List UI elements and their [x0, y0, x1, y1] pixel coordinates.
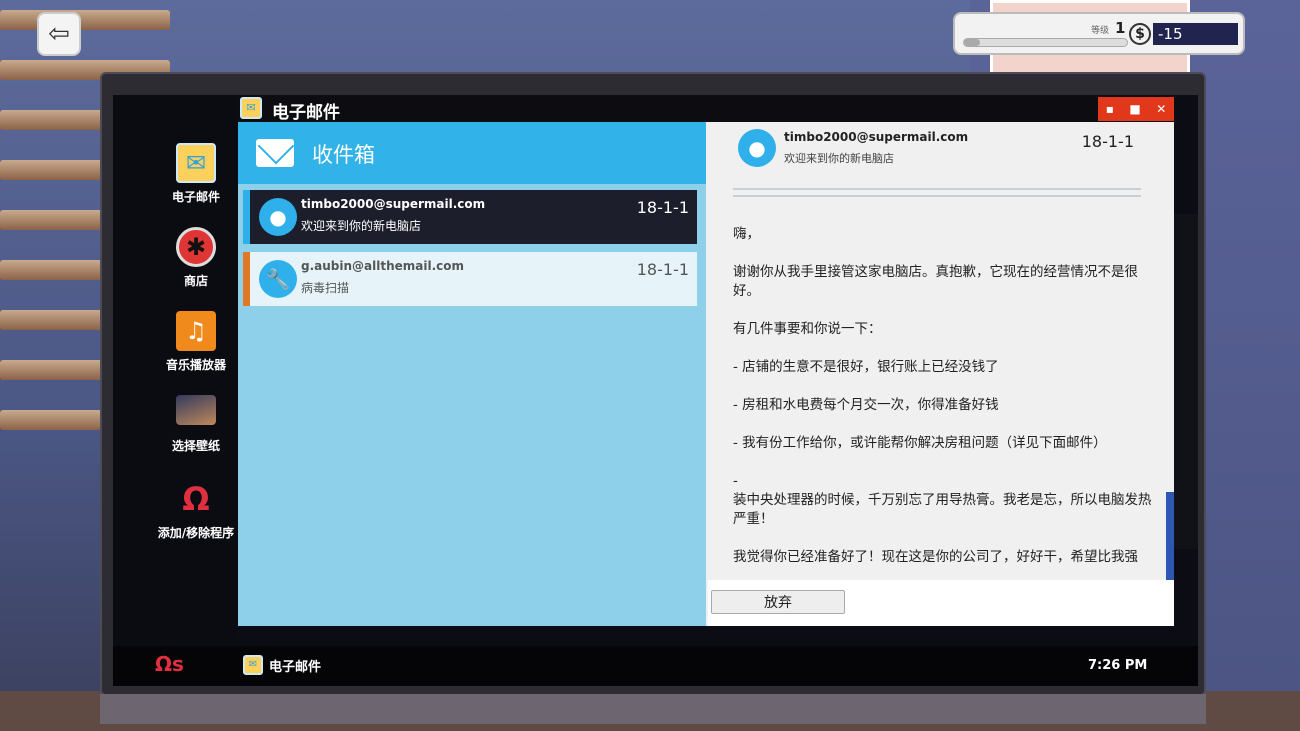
- mail-sender: g.aubin@allthemail.com: [301, 259, 465, 273]
- mail-paragraph: 谢谢你从我手里接管这家电脑店。真抱歉，它现在的经营情况不是很好。: [733, 264, 1138, 299]
- reader-footer: 放弃: [708, 580, 1174, 626]
- maximize-button[interactable]: ■: [1129, 102, 1140, 116]
- start-button[interactable]: Ωs: [155, 652, 184, 676]
- person-icon: ●: [259, 198, 297, 236]
- mail-paragraph: - 店铺的生意不是很好，银行账上已经没钱了: [733, 359, 999, 375]
- desktop-icon-label: 添加/移除程序: [157, 526, 235, 540]
- inbox-title: 收件箱: [312, 143, 375, 167]
- desktop-icon-shop[interactable]: ✱ 商店: [150, 227, 242, 289]
- mail-reader: ● timbo2000@supermail.com 欢迎来到你的新电脑店 18-…: [708, 122, 1174, 626]
- reader-subject: 欢迎来到你的新电脑店: [784, 152, 894, 165]
- desktop-icon-wallpaper[interactable]: 选择壁纸: [150, 395, 242, 454]
- level-value: 1: [1115, 19, 1126, 37]
- envelope-icon: [256, 139, 294, 167]
- person-icon: ●: [738, 129, 776, 167]
- inbox-header: 收件箱: [238, 122, 706, 184]
- mail-paragraph: - 我有份工作给你，或许能帮你解决房租问题（详见下面邮件）: [733, 435, 1107, 451]
- window-title: 电子邮件: [272, 103, 340, 123]
- mail-icon: ✉: [176, 143, 216, 183]
- omega-icon: Ω: [182, 480, 210, 518]
- mail-paragraph: - 房租和水电费每个月交一次，你得准备好钱: [733, 397, 999, 413]
- clock: 7:26 PM: [1088, 658, 1148, 673]
- wrench-icon: 🔧: [259, 260, 297, 298]
- taskbar-email-app[interactable]: ✉ 电子邮件: [243, 655, 321, 675]
- mail-item[interactable]: 🔧 g.aubin@allthemail.com 病毒扫描 18-1-1: [243, 252, 697, 306]
- mail-paragraph: 有几件事要和你说一下：: [733, 321, 882, 337]
- desktop-icon-add-remove-programs[interactable]: Ω 添加/移除程序: [150, 479, 242, 541]
- taskbar: Ωs ✉ 电子邮件 7:26 PM: [113, 646, 1198, 686]
- blind-slat: [0, 10, 170, 30]
- money-value: -15: [1153, 23, 1238, 45]
- divider: [733, 195, 1141, 197]
- mail-paragraph: 嗨，: [733, 226, 760, 242]
- mail-accent-stripe: [243, 252, 250, 306]
- email-window: ✉ 电子邮件 ▪ ■ ✕ 收件箱 ● timbo2000@supermail.c…: [238, 95, 1174, 626]
- level-money-hud: 等级 1 $ -15: [953, 12, 1245, 55]
- desktop-icon-email[interactable]: ✉ 电子邮件: [150, 143, 242, 205]
- taskbar-app-label: 电子邮件: [269, 659, 322, 675]
- discard-button[interactable]: 放弃: [711, 590, 845, 614]
- mail-icon: ✉: [243, 655, 263, 675]
- mail-subject: 病毒扫描: [301, 281, 350, 295]
- desktop-icon-label: 商店: [183, 274, 208, 288]
- desktop-icon-music-player[interactable]: ♫ 音乐播放器: [150, 311, 242, 373]
- minimize-button[interactable]: ▪: [1106, 102, 1114, 116]
- mail-accent-stripe: [243, 190, 250, 244]
- window-controls: ▪ ■ ✕: [1098, 97, 1174, 121]
- mail-body[interactable]: 嗨， 谢谢你从我手里接管这家电脑店。真抱歉，它现在的经营情况不是很好。 有几件事…: [733, 225, 1153, 577]
- desktop-icon-label: 音乐播放器: [165, 358, 226, 372]
- dollar-icon: $: [1129, 23, 1151, 45]
- reader-date: 18-1-1: [1081, 132, 1134, 151]
- reader-sender: timbo2000@supermail.com: [784, 130, 969, 144]
- wallpaper-icon: [176, 395, 216, 425]
- music-icon: ♫: [176, 311, 216, 351]
- mail-date: 18-1-1: [636, 260, 689, 279]
- desktop-icon-label: 电子邮件: [171, 190, 220, 204]
- exit-door-icon: ⇦: [48, 19, 70, 49]
- inbox-panel: 收件箱 ● timbo2000@supermail.com 欢迎来到你的新电脑店…: [238, 122, 706, 626]
- level-label: 等级: [1091, 26, 1110, 36]
- exit-computer-button[interactable]: ⇦: [37, 12, 81, 56]
- divider: [733, 188, 1141, 190]
- monitor-stand: [100, 694, 1206, 724]
- scrollbar-thumb[interactable]: [1166, 492, 1174, 580]
- email-app-icon: ✉: [240, 97, 262, 119]
- window-titlebar[interactable]: ✉ 电子邮件 ▪ ■ ✕: [238, 95, 1174, 123]
- fan-icon: ✱: [176, 227, 216, 267]
- mail-sender: timbo2000@supermail.com: [301, 197, 486, 211]
- mail-item-selected[interactable]: ● timbo2000@supermail.com 欢迎来到你的新电脑店 18-…: [243, 190, 697, 244]
- desktop-icon-label: 选择壁纸: [171, 439, 220, 453]
- mail-paragraph: - 装中央处理器的时候，千万别忘了用导热膏。我老是忘，所以电脑发热严重！: [733, 473, 1152, 527]
- mail-date: 18-1-1: [636, 198, 689, 217]
- close-button[interactable]: ✕: [1156, 102, 1166, 116]
- level-progress-bar: [963, 38, 1128, 47]
- mail-subject: 欢迎来到你的新电脑店: [301, 219, 422, 233]
- mail-paragraph: 我觉得你已经准备好了！现在这是你的公司了，好好干，希望比我强: [733, 549, 1138, 565]
